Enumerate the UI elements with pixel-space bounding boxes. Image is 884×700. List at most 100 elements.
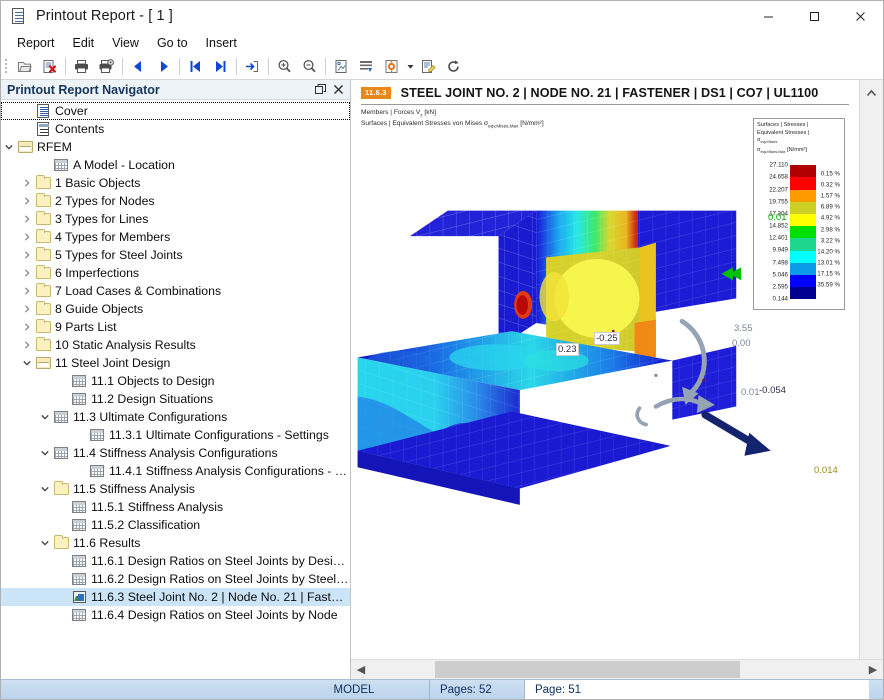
- tree-item[interactable]: 11.3 Ultimate Configurations: [1, 408, 350, 426]
- chevron-right-icon[interactable]: [19, 210, 35, 228]
- refresh-icon[interactable]: [441, 55, 466, 79]
- page-setup-icon[interactable]: [329, 55, 354, 79]
- tree-item[interactable]: 11.5.1 Stiffness Analysis: [1, 498, 350, 516]
- chevron-right-icon[interactable]: [19, 318, 35, 336]
- report-selection-icon[interactable]: [354, 55, 379, 79]
- chevron-down-icon[interactable]: [404, 55, 416, 79]
- tree-item[interactable]: 11.3.1 Ultimate Configurations - Setting…: [1, 426, 350, 444]
- print-settings-icon[interactable]: [94, 55, 119, 79]
- chevron-right-icon[interactable]: [19, 300, 35, 318]
- tree-item[interactable]: 11.6.2 Design Ratios on Steel Joints by …: [1, 570, 350, 588]
- edit-report-icon[interactable]: [416, 55, 441, 79]
- scroll-track[interactable]: [371, 660, 863, 679]
- tree-item[interactable]: 11.4 Stiffness Analysis Configurations: [1, 444, 350, 462]
- menu-goto[interactable]: Go to: [148, 34, 197, 52]
- scroll-thumb[interactable]: [434, 661, 740, 678]
- value-label-0-00: 0.00: [732, 338, 751, 349]
- legend-value: 22.207: [769, 186, 788, 194]
- chevron-right-icon[interactable]: [19, 336, 35, 354]
- tree-item[interactable]: 4 Types for Members: [1, 228, 350, 246]
- tree-item[interactable]: 11.4.1 Stiffness Analysis Configurations…: [1, 462, 350, 480]
- chevron-right-icon[interactable]: [19, 228, 35, 246]
- previous-page-icon[interactable]: [126, 55, 151, 79]
- tree-item[interactable]: 11.1 Objects to Design: [1, 372, 350, 390]
- tree-item[interactable]: 11.5 Stiffness Analysis: [1, 480, 350, 498]
- scroll-right-button[interactable]: ▶: [863, 660, 883, 679]
- chevron-up-icon[interactable]: [863, 84, 881, 102]
- next-page-icon[interactable]: [151, 55, 176, 79]
- tree-item[interactable]: 7 Load Cases & Combinations: [1, 282, 350, 300]
- chevron-right-icon[interactable]: [19, 264, 35, 282]
- close-button[interactable]: [837, 1, 883, 32]
- tree-item[interactable]: 5 Types for Steel Joints: [1, 246, 350, 264]
- chevron-down-icon[interactable]: [37, 480, 53, 498]
- scroll-left-button[interactable]: ◀: [351, 660, 371, 679]
- last-page-icon[interactable]: [208, 55, 233, 79]
- report-tree[interactable]: Cover Contents RFEM A Model - Location 1 Bas…: [1, 100, 350, 679]
- minimize-button[interactable]: [745, 1, 791, 32]
- tree-item[interactable]: 11.6 Results: [1, 534, 350, 552]
- print-icon[interactable]: [69, 55, 94, 79]
- legend-percent: 0.32 %: [820, 181, 840, 189]
- section-divider: [361, 104, 849, 105]
- status-bar: MODEL Pages: 52 Page: 51: [1, 679, 883, 699]
- tree-item[interactable]: 6 Imperfections: [1, 264, 350, 282]
- chevron-down-icon[interactable]: [37, 408, 53, 426]
- tree-item[interactable]: Cover: [1, 102, 350, 120]
- tree-item[interactable]: 8 Guide Objects: [1, 300, 350, 318]
- tree-item[interactable]: 11.6.3 Steel Joint No. 2 | Node No. 21 |…: [1, 588, 350, 606]
- toolbar-separator: [236, 58, 237, 75]
- chevron-right-icon[interactable]: [19, 282, 35, 300]
- tree-item[interactable]: 2 Types for Nodes: [1, 192, 350, 210]
- tree-item[interactable]: 11.6.4 Design Ratios on Steel Joints by …: [1, 606, 350, 624]
- grid-icon: [53, 408, 70, 426]
- menu-report[interactable]: Report: [8, 34, 64, 52]
- model-3d-viewport[interactable]: 0.23 -0.25 3.55 0.00 0.01 -0.054 0.01 0.…: [351, 200, 859, 659]
- zoom-in-icon[interactable]: [272, 55, 297, 79]
- tree-item[interactable]: 3 Types for Lines: [1, 210, 350, 228]
- toolbar-grip[interactable]: [3, 58, 10, 76]
- open-report-icon[interactable]: [12, 55, 37, 79]
- window-controls: [745, 1, 883, 32]
- tree-item[interactable]: 11.6.1 Design Ratios on Steel Joints by …: [1, 552, 350, 570]
- tree-item[interactable]: Contents: [1, 120, 350, 138]
- menu-view[interactable]: View: [103, 34, 148, 52]
- chevron-down-icon[interactable]: [37, 534, 53, 552]
- tree-item-label: 11.4 Stiffness Analysis Configurations: [73, 446, 278, 460]
- delete-report-icon[interactable]: [37, 55, 62, 79]
- undock-icon[interactable]: [312, 82, 328, 98]
- tree-item[interactable]: 11 Steel Joint Design: [1, 354, 350, 372]
- tree-item[interactable]: 1 Basic Objects: [1, 174, 350, 192]
- settings-icon[interactable]: [379, 55, 404, 79]
- go-to-page-icon[interactable]: [240, 55, 265, 79]
- tree-item[interactable]: A Model - Location: [1, 156, 350, 174]
- chevron-right-icon[interactable]: [19, 174, 35, 192]
- chevron-down-icon[interactable]: [19, 354, 35, 372]
- tree-item[interactable]: 10 Static Analysis Results: [1, 336, 350, 354]
- chevron-down-icon[interactable]: [1, 138, 17, 156]
- menu-insert[interactable]: Insert: [197, 34, 246, 52]
- tree-item-label: 11.3.1 Ultimate Configurations - Setting…: [109, 428, 329, 442]
- chevron-down-icon[interactable]: [37, 444, 53, 462]
- resize-grip[interactable]: [869, 680, 883, 699]
- first-page-icon[interactable]: [183, 55, 208, 79]
- tree-item-label: 11.6.4 Design Ratios on Steel Joints by …: [91, 608, 338, 622]
- maximize-button[interactable]: [791, 1, 837, 32]
- toolbar-separator: [325, 58, 326, 75]
- zoom-out-icon[interactable]: [297, 55, 322, 79]
- menu-edit[interactable]: Edit: [64, 34, 104, 52]
- chevron-right-icon[interactable]: [19, 192, 35, 210]
- tree-item[interactable]: RFEM: [1, 138, 350, 156]
- folder-open-icon: [35, 354, 52, 372]
- value-label-0-01-lower: 0.01: [741, 387, 760, 398]
- tree-item[interactable]: 11.5.2 Classification: [1, 516, 350, 534]
- grid-icon: [71, 372, 88, 390]
- toolbar: [1, 54, 883, 80]
- grid-icon: [71, 390, 88, 408]
- close-navigator-icon[interactable]: [330, 82, 346, 98]
- tree-item[interactable]: 11.2 Design Situations: [1, 390, 350, 408]
- horizontal-scrollbar[interactable]: ◀ ▶: [351, 659, 883, 679]
- chevron-right-icon[interactable]: [19, 246, 35, 264]
- tree-item[interactable]: 9 Parts List: [1, 318, 350, 336]
